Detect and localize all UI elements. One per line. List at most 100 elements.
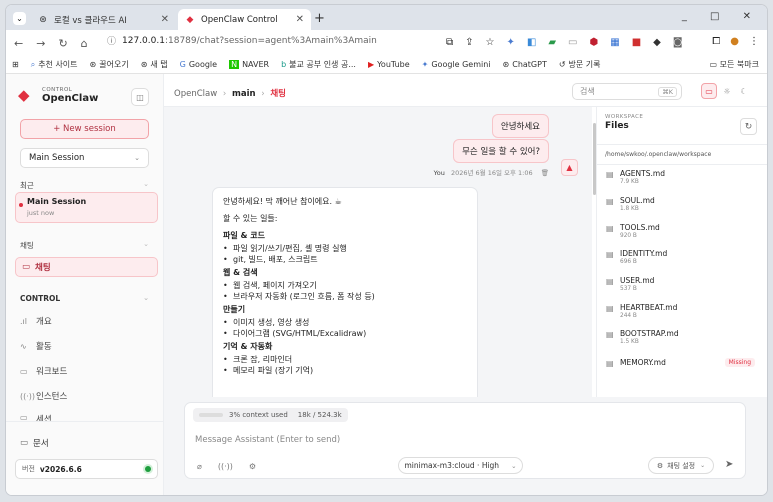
breadcrumb-root[interactable]: OpenClaw [174, 89, 217, 99]
apps-icon[interactable]: ⊞ [12, 60, 19, 69]
monitor-icon[interactable]: ▭ [701, 83, 717, 99]
sidebar-item-chat[interactable]: ▭ 채팅 [15, 257, 158, 277]
home-icon[interactable]: ⌂ [81, 37, 88, 50]
bookmark-item[interactable]: ⌕ 추천 사이트 [31, 59, 78, 70]
message-input[interactable]: Message Assistant (Enter to send) [195, 435, 340, 445]
bookmark-item[interactable]: ▶ YouTube [368, 60, 410, 69]
close-tab-icon[interactable]: ✕ [296, 14, 304, 25]
folder-icon: ▭ [20, 366, 28, 376]
forward-icon[interactable]: → [36, 37, 45, 50]
profile-icon[interactable]: ● [730, 36, 739, 47]
send-icon[interactable]: ➤ [725, 459, 733, 470]
site-info-icon[interactable]: ⓘ [107, 34, 116, 47]
bookmark-item[interactable]: ⊛ 꿀어오기 [90, 59, 129, 70]
translate-icon[interactable]: ⧉ [446, 37, 453, 48]
bookmark-item[interactable]: ↺ 방문 기록 [559, 59, 601, 70]
extensions-icon[interactable]: ⧠ [712, 36, 720, 47]
file-item[interactable]: ▤ HEARTBEAT.md 244 B [606, 303, 761, 319]
bookmark-item[interactable]: ⊛ ChatGPT [503, 60, 547, 69]
bookmark-item[interactable]: b 불교 공부 인생 공... [281, 59, 356, 70]
files-panel-subtitle: WORKSPACE [605, 114, 644, 120]
extension-icon[interactable]: ◆ [653, 37, 661, 48]
tab-openclaw-control[interactable]: ◆ OpenClaw Control ✕ [178, 9, 311, 30]
all-bookmarks[interactable]: ▭ 모든 북마크 [710, 59, 759, 70]
tab-search-icon[interactable]: ⌄ [13, 12, 26, 25]
sidebar-item-instances[interactable]: ((·)) 인스턴스 [20, 390, 67, 403]
address-bar[interactable]: ⓘ 127.0.0.1:18789/chat?session=agent%3Am… [107, 34, 377, 48]
breadcrumb-current: 채팅 [270, 89, 286, 99]
refresh-icon[interactable]: ↻ [740, 118, 757, 135]
session-select[interactable]: Main Session ⌄ [20, 148, 149, 168]
brand[interactable]: ◆ CONTROL OpenClaw [18, 86, 98, 104]
new-tab-icon[interactable]: + [314, 11, 325, 26]
chat-thread[interactable]: 안녕하세요 무슨 일을 할 수 있어? You 2026년 6월 16일 오후 … [164, 107, 592, 397]
extension-icon[interactable]: ▭ [568, 37, 577, 48]
file-item[interactable]: ▤ SOUL.md 1.8 KB [606, 196, 761, 212]
chat-settings-button[interactable]: ⚙ 채팅 설정 ⌄ [648, 457, 714, 474]
gemini-icon: ✦ [421, 60, 429, 69]
collapse-sidebar-icon[interactable]: ◫ [131, 88, 149, 106]
menu-icon[interactable]: ⋮ [749, 36, 759, 47]
composer-tools: ⌀ ((·)) ⚙ [197, 462, 256, 471]
bookmark-label: 추천 사이트 [38, 60, 78, 69]
extension-icon[interactable]: ◧ [527, 37, 536, 48]
tab-local-vs-cloud[interactable]: ⊛ 로컬 vs 클라우드 AI ✕ [31, 9, 176, 30]
composer-area: 3% context used 18k / 524.3k Message Ass… [164, 397, 767, 495]
file-item[interactable]: ▤ BOOTSTRAP.md 1.5 KB [606, 329, 761, 345]
google-icon: G [179, 60, 186, 69]
voice-icon[interactable]: ((·)) [218, 462, 233, 471]
moon-icon[interactable]: ☾ [736, 83, 752, 99]
attach-icon[interactable]: ⌀ [197, 462, 202, 471]
camera-icon[interactable]: ◙ [673, 37, 683, 48]
delete-icon[interactable]: 🗑 [541, 169, 549, 177]
reload-icon[interactable]: ↻ [58, 37, 67, 50]
sun-icon[interactable]: ☼ [719, 83, 735, 99]
bookmark-item[interactable]: ⊛ 새 탭 [141, 59, 168, 70]
sidebar-item-overview[interactable]: .ıl 개요 [20, 315, 52, 328]
file-item[interactable]: ▤ IDENTITY.md 696 B [606, 249, 761, 265]
bookmark-item[interactable]: ✦ Google Gemini [422, 60, 491, 69]
file-size: 244 B [620, 313, 637, 319]
file-item[interactable]: ▤ TOOLS.md 920 B [606, 223, 761, 239]
extension-icon[interactable]: ■ [632, 37, 641, 48]
control-section-header[interactable]: CONTROL ⌄ [20, 294, 149, 303]
chat-section-header[interactable]: 채팅 ⌄ [20, 240, 149, 251]
file-item[interactable]: ▤ USER.md 537 B [606, 276, 761, 292]
extension-icon[interactable]: ▦ [610, 37, 619, 48]
sidebar-item-label: 워크보드 [36, 367, 68, 377]
file-name: BOOTSTRAP.md [620, 329, 679, 338]
extension-icon[interactable]: ⬢ [590, 37, 599, 48]
sidebar-item-sessions[interactable]: ▭ 세션 [20, 413, 52, 421]
list-item: 크론 잡, 리마인더 [223, 354, 467, 365]
settings-icon[interactable]: ⚙ [249, 462, 256, 471]
version-badge: 버전 v2026.6.6 [15, 459, 158, 479]
close-tab-icon[interactable]: ✕ [161, 14, 169, 25]
sidebar-item-label: 활동 [36, 342, 52, 352]
breadcrumb-agent[interactable]: main [232, 89, 256, 99]
search-input[interactable]: 검색 ⌘K [572, 83, 682, 100]
back-icon[interactable]: ← [14, 37, 23, 50]
context-progress-bar [199, 413, 223, 417]
bookmark-label: Google Gemini [431, 60, 491, 69]
bookmark-label: Google [188, 60, 218, 69]
bullet-list: 웹 검색, 페이지 가져오기 브라우저 자동화 (로그인 흐름, 폼 작성 등) [223, 280, 467, 302]
extension-icon[interactable]: ✦ [507, 37, 515, 48]
bookmark-item[interactable]: G Google [180, 60, 217, 69]
file-item[interactable]: ▤ AGENTS.md 7.9 KB [606, 169, 761, 185]
file-item[interactable]: ▤ MEMORY.md Missing [606, 358, 761, 368]
extension-icon[interactable]: ▰ [548, 37, 556, 48]
window-controls[interactable]: _ □ ✕ [682, 11, 761, 22]
new-session-button[interactable]: + New session [20, 119, 149, 139]
openai-icon: ⊛ [89, 60, 97, 69]
sidebar-item-workboard[interactable]: ▭ 워크보드 [20, 365, 68, 378]
tab-bar: ⌄ ⊛ 로컬 vs 클라우드 AI ✕ ◆ OpenClaw Control ✕… [6, 5, 767, 30]
chat-icon: ▭ [22, 262, 31, 272]
star-icon[interactable]: ☆ [486, 37, 495, 48]
docs-link[interactable]: ▭ 문서 [20, 437, 49, 449]
recent-section-header[interactable]: 최근 ⌄ [20, 180, 149, 191]
recent-session-item[interactable]: Main Session just now [15, 192, 158, 223]
sidebar-item-activity[interactable]: ∿ 활동 [20, 340, 52, 353]
bookmark-item[interactable]: N NAVER [229, 60, 269, 69]
share-icon[interactable]: ⇪ [465, 37, 473, 48]
model-select[interactable]: minimax-m3:cloud · High ⌄ [398, 457, 523, 474]
